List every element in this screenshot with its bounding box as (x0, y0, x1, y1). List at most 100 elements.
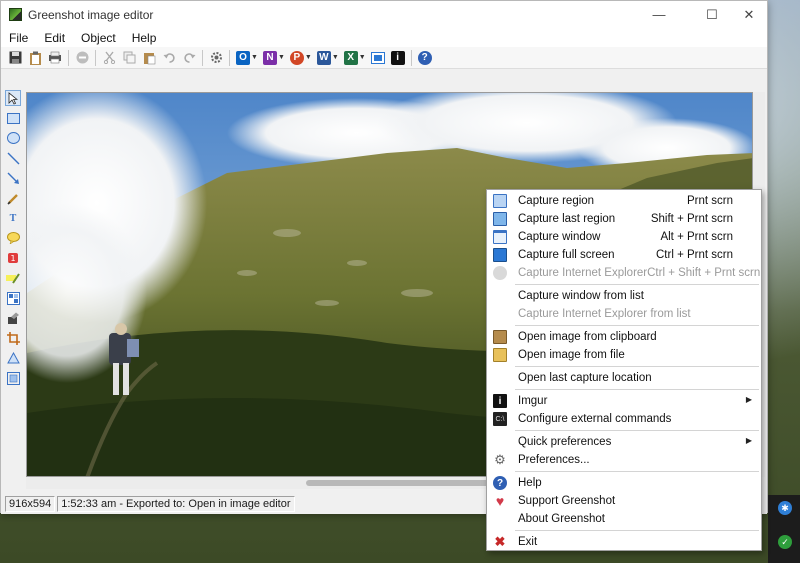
menu-item-capture-internet-explorer: Capture Internet Explorer Ctrl + Shift + … (487, 264, 761, 282)
arrow-icon[interactable] (5, 170, 21, 186)
settings-icon[interactable] (209, 51, 223, 65)
redo-icon[interactable] (182, 51, 196, 65)
capture-region-icon (493, 194, 507, 208)
menu-separator (515, 366, 759, 367)
menu-item-imgur[interactable]: i Imgur ▶ (487, 392, 761, 410)
menu-item-configure-external-commands[interactable]: C:\ Configure external commands (487, 410, 761, 428)
excel-dropdown-icon[interactable]: ▼ (359, 54, 366, 61)
menu-separator (515, 389, 759, 390)
toolbar-separator (229, 49, 230, 66)
zoom-icon[interactable] (5, 370, 21, 386)
menu-item-label: Capture full screen (518, 249, 615, 261)
menu-separator (515, 530, 759, 531)
menu-item-quick-preferences[interactable]: Quick preferences ▶ (487, 433, 761, 451)
menu-item-preferences[interactable]: ⚙ Preferences... (487, 451, 761, 469)
outlook-dropdown-icon[interactable]: ▼ (251, 54, 258, 61)
menu-item-shortcut: Alt + Prnt scrn (660, 231, 733, 243)
obfuscate-icon[interactable] (5, 290, 21, 306)
menu-item-label: Exit (518, 536, 538, 548)
outlook-icon[interactable]: O (236, 50, 250, 65)
menu-edit[interactable]: Edit (44, 31, 65, 45)
title-bar[interactable]: Greenshot image editor — ☐ ✕ (1, 1, 767, 28)
menu-item-capture-region[interactable]: Capture region Prnt scrn (487, 192, 761, 210)
capture-last-region-icon (493, 212, 507, 226)
cursor-icon[interactable] (5, 90, 21, 106)
menu-item-capture-full-screen[interactable]: Capture full screen Ctrl + Prnt scrn (487, 246, 761, 264)
clipboard-icon[interactable] (28, 51, 42, 65)
crop-icon[interactable] (5, 330, 21, 346)
undo-icon[interactable] (162, 51, 176, 65)
onenote-icon[interactable]: N (262, 50, 277, 65)
gear-icon: ⚙ (494, 452, 506, 467)
toolbar-separator (202, 49, 203, 66)
menu-item-label: About Greenshot (518, 513, 605, 525)
ellipse-icon[interactable] (5, 130, 21, 146)
counter-icon[interactable]: 1 (5, 250, 21, 266)
menu-item-capture-window[interactable]: Capture window Alt + Prnt scrn (487, 228, 761, 246)
menu-item-label: Configure external commands (518, 413, 672, 425)
menu-item-label: Open image from clipboard (518, 331, 657, 343)
highlight-icon[interactable] (5, 270, 21, 286)
excel-icon[interactable]: X (343, 50, 358, 65)
menu-item-open-image-from-clipboard[interactable]: Open image from clipboard (487, 328, 761, 346)
submenu-arrow-icon: ▶ (745, 436, 752, 445)
line-icon[interactable] (5, 150, 21, 166)
copy-icon[interactable] (122, 51, 136, 65)
menu-item-label: Help (518, 477, 542, 489)
internet-explorer-icon (493, 266, 507, 280)
powerpoint-dropdown-icon[interactable]: ▼ (305, 54, 312, 61)
help-icon: ? (493, 476, 507, 490)
help-icon[interactable]: ? (417, 50, 432, 65)
menu-item-label: Open last capture location (518, 372, 652, 384)
menu-item-support-greenshot[interactable]: ♥ Support Greenshot (487, 492, 761, 510)
menu-item-open-last-capture-location[interactable]: Open last capture location (487, 369, 761, 387)
freehand-icon[interactable] (5, 190, 21, 206)
rectangle-icon[interactable] (5, 110, 21, 126)
close-button[interactable]: ✕ (731, 1, 767, 28)
heart-icon: ♥ (495, 493, 505, 509)
delete-icon[interactable] (75, 51, 89, 65)
powerpoint-icon[interactable]: P (289, 50, 304, 65)
speechbubble-icon[interactable] (5, 230, 21, 246)
cut-icon[interactable] (102, 51, 116, 65)
menu-item-label: Imgur (518, 395, 548, 407)
tray-app-icon[interactable]: ✱ (778, 501, 792, 515)
image-dimensions: 916x594 (5, 495, 56, 512)
word-icon[interactable]: W (316, 50, 331, 65)
menu-item-capture-internet-explorer-from-list: Capture Internet Explorer from list (487, 305, 761, 323)
menu-separator (515, 471, 759, 472)
menu-item-about-greenshot[interactable]: About Greenshot (487, 510, 761, 528)
menu-item-label: Capture Internet Explorer from list (518, 308, 691, 320)
menu-item-exit[interactable]: ✖ Exit (487, 533, 761, 551)
menu-item-capture-window-from-list[interactable]: Capture window from list (487, 287, 761, 305)
text-icon[interactable]: T (5, 210, 21, 226)
menu-item-label: Preferences... (518, 454, 590, 466)
word-dropdown-icon[interactable]: ▼ (332, 54, 339, 61)
save-icon[interactable] (8, 51, 22, 65)
menu-item-open-image-from-file[interactable]: Open image from file (487, 346, 761, 364)
imgur-icon[interactable]: i (390, 50, 405, 65)
menu-separator (515, 284, 759, 285)
tray-check-icon[interactable]: ✓ (778, 535, 792, 549)
menu-item-label: Capture window from list (518, 290, 644, 302)
onenote-dropdown-icon[interactable]: ▼ (278, 54, 285, 61)
menu-item-label: Capture window (518, 231, 601, 243)
status-message: 1:52:33 am - Exported to: Open in image … (57, 495, 295, 512)
menu-item-label: Support Greenshot (518, 495, 616, 507)
menu-item-capture-last-region[interactable]: Capture last region Shift + Prnt scrn (487, 210, 761, 228)
paste-icon[interactable] (142, 51, 156, 65)
menu-item-help[interactable]: ? Help (487, 474, 761, 492)
menu-object[interactable]: Object (81, 31, 116, 45)
maximize-button[interactable]: ☐ (694, 1, 730, 28)
capture-fullscreen-icon (493, 248, 507, 262)
menu-help[interactable]: Help (132, 31, 157, 45)
rotate-icon[interactable] (5, 350, 21, 366)
effects-icon[interactable] (5, 310, 21, 326)
resize-icon[interactable] (370, 51, 385, 65)
menu-file[interactable]: File (9, 31, 28, 45)
svg-text:1: 1 (10, 254, 15, 263)
print-icon[interactable] (48, 51, 62, 65)
minimize-button[interactable]: — (641, 1, 677, 28)
open-file-icon (493, 348, 507, 362)
menu-item-label: Capture Internet Explorer (518, 267, 648, 279)
